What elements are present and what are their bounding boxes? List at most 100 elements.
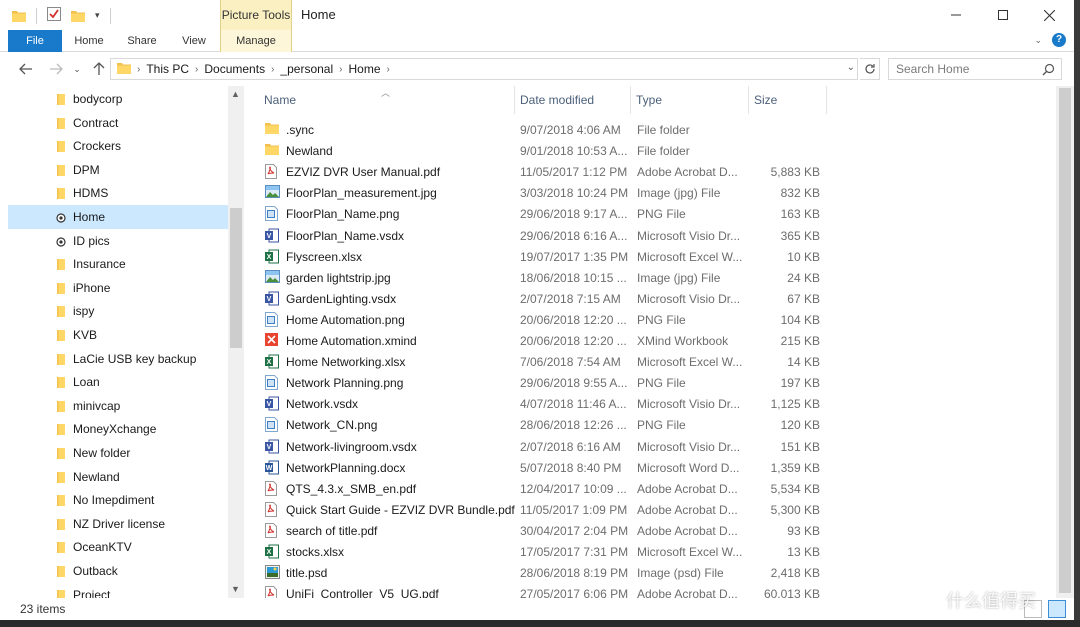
file-row[interactable]: V GardenLighting.vsdx 2/07/2018 7:15 AM Mic… [258,288,828,309]
file-row[interactable]: X Flyscreen.xlsx 19/07/2017 1:35 PM Microso… [258,246,828,267]
search-input[interactable] [896,62,1036,76]
nav-item[interactable]: Insurance [8,252,228,276]
nav-item[interactable]: DPM [8,158,228,182]
file-row[interactable]: Home Automation.png 20/06/2018 12:20 ... P… [258,309,828,330]
nav-item[interactable]: MoneyXchange [8,417,228,441]
refresh-button[interactable] [860,58,880,80]
file-row[interactable]: X Home Networking.xlsx 7/06/2018 7:54 AM Mi… [258,351,828,372]
file-row[interactable]: FloorPlan_Name.png 29/06/2018 9:17 A... PN… [258,203,828,224]
minimize-button[interactable] [933,0,979,30]
scroll-thumb[interactable] [230,208,242,348]
file-row[interactable]: Xstocks.xlsx 17/05/2017 7:31 PM Microsoft … [258,541,828,562]
address-bar[interactable]: › This PC › Documents › _personal › Home… [110,58,858,80]
nav-item[interactable]: LaCie USB key backup [8,347,228,371]
chevron-right-icon[interactable]: › [387,64,390,75]
tab-home[interactable]: Home [68,30,110,52]
file-row[interactable]: V FloorPlan_Name.vsdx 29/06/2018 6:16 A...… [258,225,828,246]
column-divider[interactable] [630,86,631,114]
nav-item[interactable]: No Imepdiment [8,488,228,512]
file-row[interactable]: .sync 9/07/2018 4:06 AM File folder [258,119,828,140]
scroll-thumb[interactable] [1059,88,1071,593]
chevron-right-icon[interactable]: › [137,64,140,75]
file-row[interactable]: W NetworkPlanning.docx 5/07/2018 8:40 PM Mi… [258,457,828,478]
breadcrumb-home[interactable]: Home [348,62,380,76]
nav-item[interactable]: ID pics [8,229,228,253]
file-row[interactable]: Network_CN.png 28/06/2018 12:26 ... PNG Fi… [258,414,828,435]
column-header-date[interactable]: Date modified [520,93,594,107]
help-icon[interactable]: ? [1052,33,1066,47]
search-icon[interactable] [1042,63,1055,79]
nav-item[interactable]: minivcap [8,394,228,418]
nav-item[interactable]: NZ Driver license [8,512,228,536]
customize-qat-icon[interactable]: ▾ [95,10,100,21]
chevron-right-icon[interactable]: › [339,64,342,75]
nav-item[interactable]: KVB [8,323,228,347]
nav-item[interactable]: Contract [8,111,228,135]
file-row[interactable]: QTS_4.3.x_SMB_en.pdf 12/04/2017 10:09 ...… [258,478,828,499]
file-row[interactable]: garden lightstrip.jpg 18/06/2018 10:15 ..… [258,267,828,288]
nav-item[interactable]: New folder [8,441,228,465]
file-row[interactable]: Quick Start Guide - EZVIZ DVR Bundle.pdf… [258,499,828,520]
file-row[interactable]: Network Planning.png 29/06/2018 9:55 A...… [258,372,828,393]
nav-item[interactable]: iPhone [8,276,228,300]
file-date-modified: 29/06/2018 9:55 A... [520,376,628,391]
nav-item[interactable]: Home [8,205,228,229]
file-row[interactable]: search of title.pdf 30/04/2017 2:04 PM Ado… [258,520,828,541]
file-row[interactable]: EZVIZ DVR User Manual.pdf 11/05/2017 1:12… [258,161,828,182]
folder-icon [56,565,66,577]
nav-pane-scrollbar[interactable]: ▲ ▼ [228,86,244,598]
properties-icon[interactable] [47,7,61,24]
file-row[interactable]: title.psd 28/06/2018 8:19 PM Image (psd) F… [258,562,828,583]
folder-icon[interactable] [12,10,26,22]
search-box[interactable] [888,58,1062,80]
nav-item[interactable]: ispy [8,299,228,323]
svg-text:X: X [267,254,272,261]
column-divider[interactable] [826,86,827,114]
column-divider[interactable] [748,86,749,114]
item-count: 23 items [20,602,66,616]
nav-item[interactable]: Loan [8,370,228,394]
folder-icon [56,282,66,294]
close-button[interactable] [1026,0,1072,30]
file-list-scrollbar[interactable] [1056,86,1074,598]
column-header-size[interactable]: Size [754,93,777,107]
tab-manage[interactable]: Manage [220,30,292,52]
breadcrumb-personal[interactable]: _personal [280,62,333,76]
chevron-right-icon[interactable]: › [195,64,198,75]
nav-item[interactable]: HDMS [8,181,228,205]
tab-share[interactable]: Share [120,30,164,52]
expand-ribbon-icon[interactable]: ⌄ [1034,35,1042,46]
folder-icon [56,187,66,200]
breadcrumb-documents[interactable]: Documents [204,62,265,76]
nav-item[interactable]: Newland [8,465,228,489]
nav-item[interactable]: Outback [8,559,228,583]
column-header-type[interactable]: Type [636,93,662,107]
maximize-button[interactable] [980,0,1026,30]
file-row[interactable]: Home Automation.xmind 20/06/2018 12:20 ..… [258,330,828,351]
breadcrumb-this-pc[interactable]: This PC [146,62,189,76]
large-icons-view-button[interactable] [1048,600,1066,618]
nav-item[interactable]: Project [8,583,228,598]
tab-view[interactable]: View [174,30,214,52]
scroll-up-icon[interactable]: ▲ [231,89,240,99]
file-row[interactable]: FloorPlan_measurement.jpg 3/03/2018 10:24… [258,182,828,203]
file-row[interactable]: UniFi_Controller_V5_UG.pdf 27/05/2017 6:0… [258,583,828,598]
file-row[interactable]: V Network.vsdx 4/07/2018 11:46 A... Microso… [258,393,828,414]
nav-item[interactable]: bodycorp [8,87,228,111]
tab-file[interactable]: File [8,30,62,52]
forward-button[interactable] [47,60,65,78]
scroll-down-icon[interactable]: ▼ [231,584,240,594]
nav-item[interactable]: OceanKTV [8,535,228,559]
column-header-name[interactable]: Name [264,93,296,107]
chevron-right-icon[interactable]: › [271,64,274,75]
new-folder-icon[interactable] [71,10,85,22]
column-divider[interactable] [514,86,515,114]
nav-item[interactable]: Crockers [8,134,228,158]
file-row[interactable]: V Network-livingroom.vsdx 2/07/2018 6:16 A… [258,436,828,457]
up-button[interactable] [90,60,108,78]
back-button[interactable] [17,60,35,78]
address-dropdown-icon[interactable]: ⌄ [847,62,855,73]
file-row[interactable]: Newland 9/01/2018 10:53 A... File folder [258,140,828,161]
recent-locations-button[interactable]: ⌄ [68,60,86,78]
file-size: 104 KB [780,312,820,327]
